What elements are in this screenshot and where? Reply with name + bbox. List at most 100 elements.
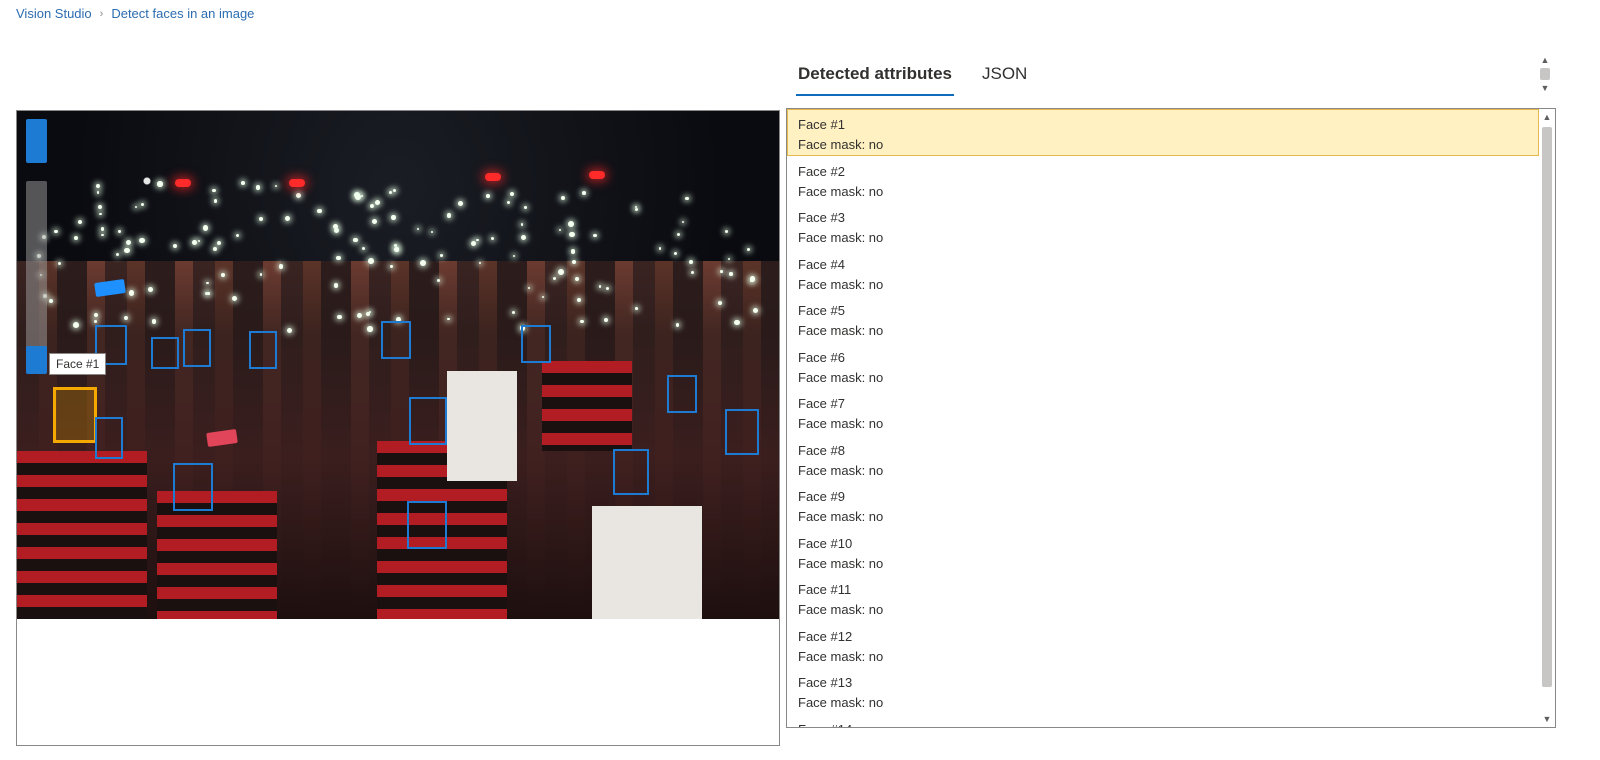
phone-light [173, 243, 178, 249]
face-result-item[interactable]: Face #11 Face mask: no [787, 574, 1539, 621]
face-box[interactable] [183, 329, 211, 367]
arrow-down-icon[interactable]: ▼ [1539, 711, 1555, 727]
phone-light [416, 228, 420, 231]
face-box[interactable] [725, 409, 759, 455]
phone-light [96, 191, 100, 194]
face-box[interactable] [409, 397, 447, 445]
phone-light [207, 292, 210, 295]
face-box-1[interactable] [53, 387, 97, 443]
phone-light [510, 192, 515, 197]
face-box[interactable] [95, 417, 123, 459]
zoom-slider[interactable] [26, 181, 47, 371]
tab-detected-attributes[interactable]: Detected attributes [796, 58, 954, 96]
phone-light [447, 318, 450, 321]
face-result-item[interactable]: Face #6 Face mask: no [787, 342, 1539, 389]
phone-light [98, 205, 103, 210]
face-result-title: Face #12 [798, 628, 853, 644]
phone-light [527, 287, 530, 290]
phone-light [126, 239, 132, 245]
phone-light [73, 321, 79, 328]
arrow-down-icon[interactable]: ▼ [1537, 80, 1553, 96]
phone-light [259, 217, 264, 222]
arrow-up-icon[interactable]: ▲ [1539, 109, 1555, 125]
face-box[interactable] [613, 449, 649, 495]
face-mask-attribute: Face mask: no [798, 183, 884, 199]
face-result-item[interactable]: Face #2 Face mask: no [787, 156, 1539, 203]
face-result-title: Face #7 [798, 396, 845, 411]
phone-light [476, 238, 479, 241]
face-mask-attribute: Face mask: no [798, 416, 884, 431]
page-scroll-thumb[interactable] [1540, 68, 1550, 80]
phone-light [634, 207, 639, 212]
phone-light [393, 246, 400, 253]
face-mask-attribute: Face mask: no [798, 602, 884, 617]
phone-light [682, 220, 685, 223]
face-result-item[interactable]: Face #14 [787, 714, 1539, 728]
fan-shirt [592, 506, 702, 619]
face-result-item[interactable]: Face #3 Face mask: no [787, 202, 1539, 249]
face-result-item[interactable]: Face #5 Face mask: no [787, 295, 1539, 342]
phone-light [213, 199, 217, 203]
phone-light [390, 265, 393, 268]
face-result-item[interactable]: Face #13 Face mask: no [787, 667, 1539, 714]
phone-light [490, 236, 495, 240]
face-mask-attribute: Face mask: no [798, 462, 884, 478]
face-box[interactable] [521, 325, 551, 363]
phone-light [659, 247, 662, 250]
zoom-slider-thumb[interactable] [26, 346, 47, 374]
phone-light [235, 233, 240, 238]
phone-light [558, 228, 562, 232]
breadcrumb-vision-studio[interactable]: Vision Studio [16, 6, 92, 21]
phone-light [128, 290, 134, 296]
phone-light [255, 185, 261, 190]
zoom-in-button[interactable] [26, 119, 47, 163]
face-result-item[interactable]: Face #1 Face mask: no [787, 109, 1539, 156]
results-scrollbar[interactable]: ▲ ▼ [1539, 109, 1555, 727]
face-result-title: Face #13 [798, 675, 853, 690]
face-result-item[interactable]: Face #9 Face mask: no [787, 481, 1539, 528]
face-result-title: Face #11 [798, 582, 852, 597]
fan-shirt [17, 451, 147, 619]
face-box[interactable] [249, 331, 277, 369]
face-result-item[interactable]: Face #12 Face mask: no [787, 621, 1539, 668]
breadcrumb-detect-faces[interactable]: Detect faces in an image [111, 6, 254, 21]
face-box[interactable] [381, 321, 411, 359]
face-mask-attribute: Face mask: no [798, 509, 884, 524]
phone-light [392, 188, 396, 192]
page-scrollbar[interactable]: ▲ ▼ [1537, 52, 1553, 96]
face-result-title: Face #1 [798, 117, 845, 132]
face-result-item[interactable]: Face #4 Face mask: no [787, 249, 1539, 296]
phone-light [295, 192, 302, 199]
phone-light [593, 233, 597, 238]
phone-light [689, 260, 694, 264]
face-mask-attribute: Face mask: no [798, 648, 884, 664]
face-result-item[interactable]: Face #8 Face mask: no [787, 435, 1539, 482]
phone-light [93, 312, 98, 318]
phone-light [212, 188, 216, 193]
phone-light [567, 221, 574, 227]
results-tabs: Detected attributes JSON [796, 58, 1029, 96]
tab-json[interactable]: JSON [980, 58, 1029, 96]
face-mask-attribute: Face mask: no [798, 555, 884, 571]
results-scroll-thumb[interactable] [1542, 127, 1552, 687]
face-box[interactable] [667, 375, 697, 413]
face-mask-attribute: Face mask: no [798, 276, 884, 292]
phone-light [278, 264, 283, 269]
phone-light [135, 205, 138, 208]
face-result-item[interactable]: Face #10 Face mask: no [787, 528, 1539, 575]
face-box[interactable] [151, 337, 179, 369]
phone-light [749, 276, 756, 282]
phone-light [138, 237, 145, 244]
face-box[interactable] [173, 463, 213, 511]
phone-light [100, 226, 105, 231]
phone-light [720, 270, 723, 273]
face-result-title: Face #9 [798, 489, 845, 504]
face-result-title: Face #4 [798, 256, 845, 272]
phone-light [579, 319, 584, 324]
arrow-up-icon[interactable]: ▲ [1537, 52, 1553, 68]
face-result-item[interactable]: Face #7 Face mask: no [787, 388, 1539, 435]
stadium-light [589, 171, 605, 179]
face-box[interactable] [407, 501, 447, 549]
phone-light [685, 196, 689, 201]
stadium-light [175, 179, 191, 187]
